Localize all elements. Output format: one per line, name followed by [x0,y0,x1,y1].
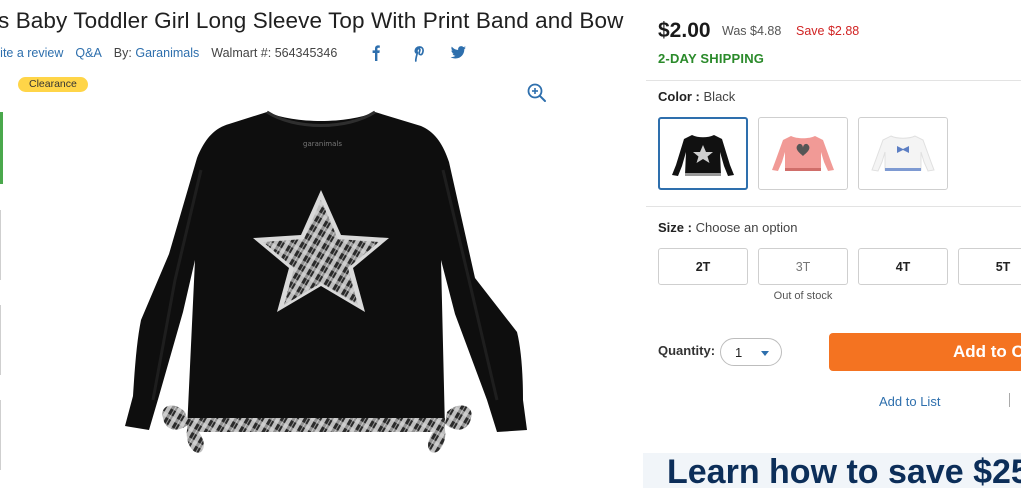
product-title: s Baby Toddler Girl Long Sleeve Top With… [0,8,624,33]
clearance-badge: Clearance [18,77,88,92]
shipping-badge: 2-DAY SHIPPING [658,51,765,66]
write-review-link[interactable]: rite a review [0,46,63,60]
divider [646,80,1021,81]
chevron-down-icon [761,351,769,356]
add-to-list-link[interactable]: Add to List [879,394,940,409]
quantity-label: Quantity: [658,343,716,358]
thumbnail-selected-indicator[interactable] [0,112,3,184]
thumbnail-edge[interactable] [0,210,1,280]
divider [646,206,1021,207]
size-option-4t[interactable]: 4T [858,248,948,285]
product-image[interactable]: garanimals [125,100,565,460]
size-placeholder: Choose an option [695,220,798,235]
by-label: By: [113,46,132,60]
size-label: Size : Choose an option [658,220,798,235]
thumbnail-edge[interactable] [0,305,1,375]
twitter-icon[interactable] [439,43,479,63]
social-share [359,43,479,63]
product-meta-row: rite a review Q&A By: Garanimals Walmart… [0,43,479,63]
size-option-5t[interactable]: 5T [958,248,1021,285]
size-option-3t[interactable]: 3T [758,248,848,285]
color-swatch-white[interactable] [858,117,948,190]
brand-link[interactable]: Garanimals [135,46,199,60]
color-label: Color : Black [658,89,736,104]
svg-text:garanimals: garanimals [303,140,342,148]
add-to-cart-button[interactable]: Add to Cart [829,333,1021,371]
thumbnail-edge[interactable] [0,400,1,470]
size-option-2t[interactable]: 2T [658,248,748,285]
pinterest-icon[interactable] [399,43,439,63]
current-price: $2.00 [658,19,711,42]
color-swatch-pink[interactable] [758,117,848,190]
was-price: Was $4.88 [722,24,782,38]
walmart-number: Walmart #: 564345346 [211,46,338,60]
out-of-stock-note: Out of stock [773,290,833,302]
divider [1009,393,1010,407]
facebook-icon[interactable] [359,43,399,63]
qa-link[interactable]: Q&A [75,46,101,60]
quantity-value: 1 [735,345,743,360]
quantity-select[interactable]: 1 [720,338,782,366]
color-swatch-black[interactable] [658,117,748,190]
promo-headline[interactable]: Learn how to save $25 [667,453,1021,488]
color-value: Black [703,89,736,104]
save-amount: Save $2.88 [796,24,860,38]
